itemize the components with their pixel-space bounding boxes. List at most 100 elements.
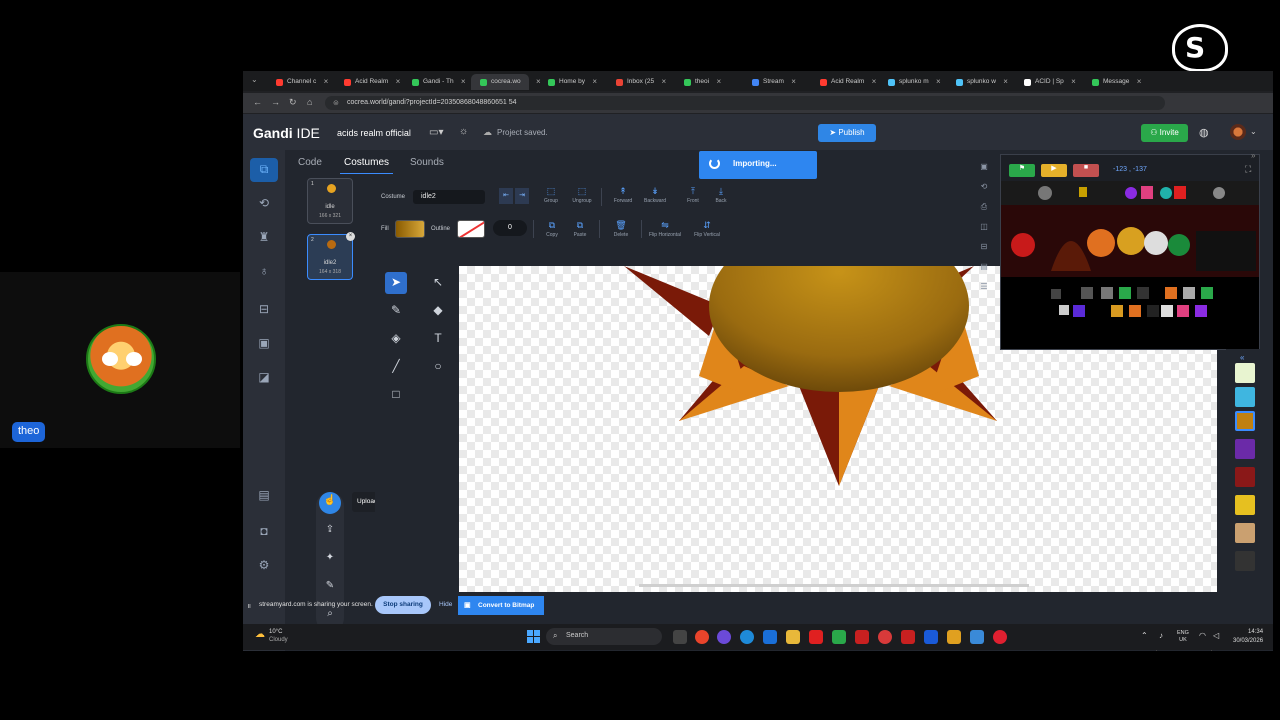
browser-tab[interactable]: theoi ×: [675, 74, 721, 90]
sprite-thumbnail[interactable]: [1235, 439, 1255, 459]
forward-button[interactable]: ↟ Forward: [607, 186, 639, 204]
tab-code[interactable]: Code: [298, 157, 322, 168]
sprite-thumbnail[interactable]: [1235, 551, 1255, 571]
brush-tool-icon[interactable]: ✎: [385, 300, 407, 322]
address-bar[interactable]: ⊜ cocrea.world/gandi?projectId=203508680…: [325, 96, 1165, 110]
sprite-thumbnail[interactable]: [1235, 363, 1255, 383]
file-explorer-icon[interactable]: [786, 630, 800, 644]
close-tab-icon[interactable]: ×: [396, 77, 401, 86]
close-tab-icon[interactable]: ×: [1003, 77, 1008, 86]
app-icon[interactable]: [947, 630, 961, 644]
browser-tab[interactable]: Acid Realm ×: [811, 74, 876, 90]
delete-costume-icon[interactable]: ×: [346, 232, 355, 241]
sprite-thumbnail-selected[interactable]: [1235, 411, 1255, 431]
rail-code-icon[interactable]: ⧉: [250, 158, 278, 182]
tray-arrow-icon[interactable]: ⌃: [1141, 631, 1148, 640]
sprite-thumbnail[interactable]: [1235, 467, 1255, 487]
close-tab-icon[interactable]: ×: [592, 77, 597, 86]
volume-icon[interactable]: ◁: [1213, 631, 1219, 640]
app-icon[interactable]: [924, 630, 938, 644]
close-tab-icon[interactable]: ×: [324, 77, 329, 86]
rail-gallery-icon[interactable]: ◪: [255, 370, 273, 388]
browser-tab[interactable]: Inbox (25 ×: [607, 74, 666, 90]
stage-preview[interactable]: [1001, 181, 1259, 349]
stop-button[interactable]: ■: [1073, 164, 1099, 177]
rail-robot-icon[interactable]: ⊟: [255, 302, 273, 320]
browser-tab[interactable]: ACID | Sp ×: [1015, 74, 1076, 90]
collapse-icon[interactable]: «: [1240, 353, 1244, 362]
rail-settings-icon[interactable]: ⚙: [255, 558, 273, 576]
app-icon[interactable]: [970, 630, 984, 644]
close-tab-icon[interactable]: ×: [716, 77, 721, 86]
sprite-thumbnail[interactable]: [1235, 387, 1255, 407]
tab-search-icon[interactable]: ⌄: [251, 75, 258, 84]
stop-sharing-button[interactable]: Stop sharing: [375, 596, 431, 614]
reshape-tool-icon[interactable]: ↖: [427, 272, 449, 294]
surprise-icon[interactable]: ✦: [323, 552, 337, 566]
browser-tab[interactable]: Message ×: [1083, 74, 1141, 90]
sprite-thumbnail[interactable]: [1235, 495, 1255, 515]
app-icon[interactable]: [855, 630, 869, 644]
costume-item-selected[interactable]: 2 idle2 164 x 318 ×: [307, 232, 355, 280]
browser-tab[interactable]: splunko w ×: [947, 74, 1008, 90]
close-tab-icon[interactable]: ×: [1137, 77, 1142, 86]
flip-horizontal-button[interactable]: ⇋ Flip Horizontal: [645, 220, 685, 238]
pause-button[interactable]: ▶: [1041, 164, 1067, 177]
gallery-icon[interactable]: ◫: [978, 222, 990, 234]
history-icon[interactable]: ⟲: [978, 182, 990, 194]
wifi-icon[interactable]: ◠: [1199, 631, 1206, 640]
store-icon[interactable]: [763, 630, 777, 644]
printer-icon[interactable]: ⎙: [978, 202, 990, 214]
browser-tab[interactable]: Acid Realm ×: [335, 74, 400, 90]
close-tab-icon[interactable]: ×: [936, 77, 941, 86]
record-icon[interactable]: [993, 630, 1007, 644]
outline-color-swatch[interactable]: [457, 220, 485, 238]
line-tool-icon[interactable]: ╱: [385, 356, 407, 378]
upload-icon[interactable]: ⇪: [323, 524, 337, 538]
fullscreen-icon[interactable]: ⛶: [1245, 164, 1251, 175]
outline-width-input[interactable]: 0: [493, 220, 527, 236]
flip-vertical-button[interactable]: ⇵ Flip Vertical: [687, 220, 727, 238]
taskbar-search[interactable]: ⌕ Search: [546, 628, 662, 645]
close-tab-icon[interactable]: ×: [1071, 77, 1076, 86]
close-tab-icon[interactable]: ×: [791, 77, 796, 86]
text-tool-icon[interactable]: T: [427, 328, 449, 350]
fill-color-swatch[interactable]: [395, 220, 425, 238]
robot-icon[interactable]: ⊟: [978, 242, 990, 254]
browser-tab[interactable]: Stream ×: [743, 74, 796, 90]
close-tab-icon[interactable]: ×: [461, 77, 466, 86]
rectangle-tool-icon[interactable]: □: [385, 384, 407, 406]
rail-trophy-icon[interactable]: ♜: [255, 230, 273, 248]
home-icon[interactable]: ⌂: [307, 97, 312, 107]
tab-costumes[interactable]: Costumes: [339, 157, 394, 175]
sprite-thumbnail[interactable]: [1235, 523, 1255, 543]
back-button[interactable]: ⤓ Back: [705, 186, 737, 204]
canvas-scrollbar[interactable]: [639, 584, 1029, 587]
youtube-icon[interactable]: [809, 630, 823, 644]
mode-right-icon[interactable]: ⇥: [515, 188, 529, 204]
fill-tool-icon[interactable]: ◈: [385, 328, 407, 350]
publish-button[interactable]: ➤ Publish: [818, 124, 876, 142]
backward-button[interactable]: ↡ Backward: [639, 186, 671, 204]
folder-icon[interactable]: ▭▾: [429, 127, 443, 138]
list-icon[interactable]: ☰: [978, 282, 990, 294]
browser-tab[interactable]: Home by ×: [539, 74, 597, 90]
terminal-icon[interactable]: ▤: [978, 262, 990, 274]
hide-button[interactable]: Hide: [439, 601, 452, 608]
image-icon[interactable]: ▣: [978, 162, 990, 174]
browser-tab[interactable]: Gandi - Th ×: [403, 74, 466, 90]
weather-icon[interactable]: ☁: [255, 629, 265, 640]
close-tab-icon[interactable]: ×: [661, 77, 666, 86]
globe-icon[interactable]: ◍: [1199, 126, 1209, 139]
language-indicator[interactable]: ENG UK: [1177, 630, 1189, 644]
app-icon[interactable]: [901, 630, 915, 644]
chrome-profile-icon[interactable]: [878, 630, 892, 644]
browser-tab[interactable]: splunko m ×: [879, 74, 941, 90]
paste-button[interactable]: ⧉ Paste: [564, 220, 596, 238]
group-button[interactable]: ⬚ Group: [535, 186, 567, 204]
mode-left-icon[interactable]: ⇤: [499, 188, 513, 204]
costume-item[interactable]: 1 idle 166 x 321: [307, 178, 353, 224]
back-icon[interactable]: ←: [253, 97, 262, 107]
rail-bulb-icon[interactable]: ♁: [255, 264, 273, 282]
weather-description[interactable]: Cloudy: [269, 637, 288, 643]
